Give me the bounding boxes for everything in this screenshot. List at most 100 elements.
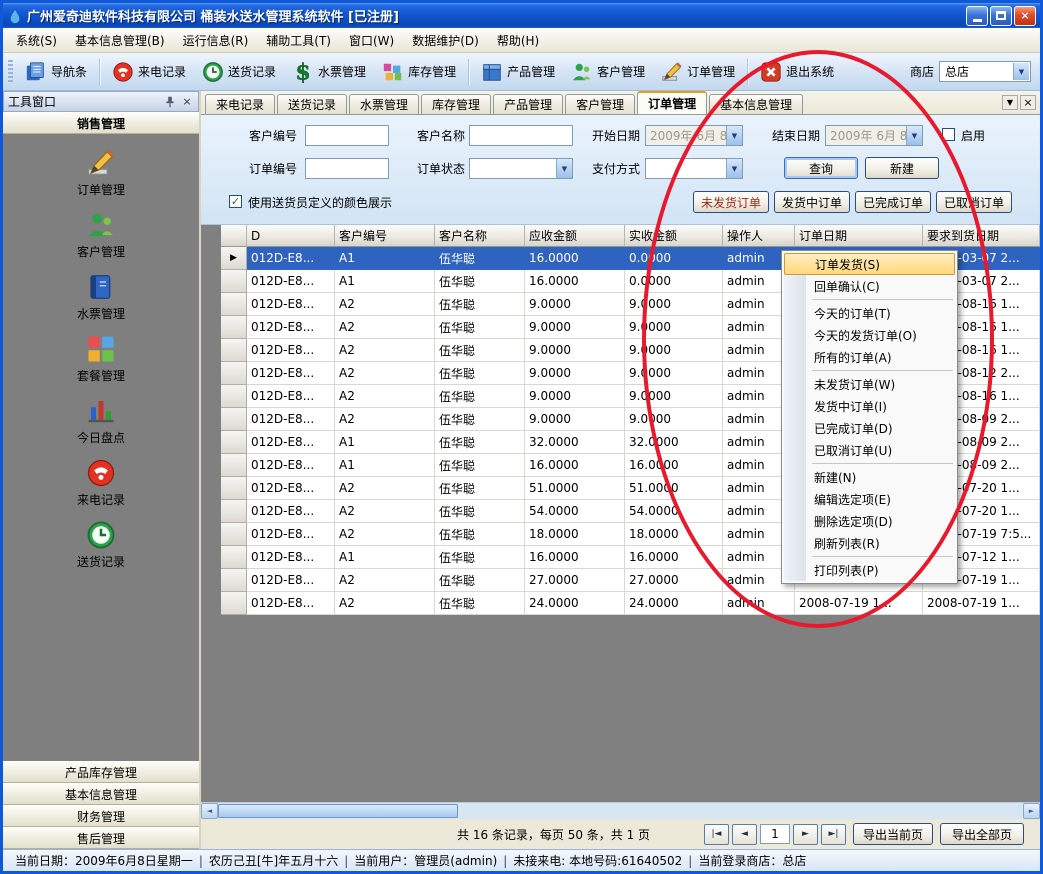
sidebar-item-water-ticket[interactable]: 水票管理 bbox=[3, 266, 199, 328]
row-selector[interactable] bbox=[221, 523, 247, 546]
customer-name-input[interactable] bbox=[469, 125, 573, 146]
export-current-page-button[interactable]: 导出当前页 bbox=[853, 823, 933, 845]
store-combobox[interactable]: 总店 ▼ bbox=[939, 61, 1031, 82]
pay-method-combobox[interactable]: ▼ bbox=[645, 158, 743, 179]
sidebar-section-after-sale[interactable]: 售后管理 bbox=[3, 827, 199, 849]
row-selector[interactable] bbox=[221, 431, 247, 454]
horizontal-scrollbar[interactable]: ◄ ► bbox=[201, 802, 1040, 819]
context-menu-item[interactable]: 新建(N) bbox=[784, 466, 955, 488]
toolbar-button-customer[interactable]: 客户管理 bbox=[563, 56, 653, 88]
tab-1[interactable]: 来电记录 bbox=[205, 94, 275, 114]
grid-column-header-0[interactable] bbox=[221, 225, 247, 247]
context-menu-item[interactable]: 编辑选定项(E) bbox=[784, 488, 955, 510]
scroll-right-icon[interactable]: ► bbox=[1023, 803, 1040, 819]
row-selector[interactable] bbox=[221, 293, 247, 316]
menu-item-help[interactable]: 帮助(H) bbox=[488, 28, 548, 53]
toolbar-button-exit[interactable]: 退出系统 bbox=[752, 56, 842, 88]
toolbar-button-product[interactable]: 产品管理 bbox=[473, 56, 563, 88]
toolbar-button-incoming-call[interactable]: 来电记录 bbox=[104, 56, 194, 88]
row-selector[interactable] bbox=[221, 477, 247, 500]
color-display-checkbox[interactable]: ✓ bbox=[229, 195, 242, 208]
menu-item-data-maintain[interactable]: 数据维护(D) bbox=[403, 28, 488, 53]
customer-no-input[interactable] bbox=[305, 125, 389, 146]
maximize-button[interactable] bbox=[990, 6, 1012, 26]
prev-page-button[interactable]: ◄ bbox=[732, 824, 757, 845]
context-menu-item[interactable]: 订单发货(S) bbox=[784, 253, 955, 275]
row-selector[interactable] bbox=[221, 500, 247, 523]
row-selector[interactable] bbox=[221, 454, 247, 477]
status-filter-button-3[interactable]: 已完成订单 bbox=[855, 191, 931, 213]
toolbar-button-navigator[interactable]: 导航条 bbox=[17, 56, 95, 88]
sidebar-item-stocktake[interactable]: 今日盘点 bbox=[3, 390, 199, 452]
chevron-down-icon[interactable]: ▼ bbox=[726, 126, 742, 145]
start-date-picker[interactable]: 2009年 6月 8日 ▼ bbox=[645, 125, 743, 146]
tab-5[interactable]: 产品管理 bbox=[493, 94, 563, 114]
page-number-input[interactable] bbox=[760, 824, 790, 844]
chevron-down-icon[interactable]: ▼ bbox=[1013, 63, 1029, 80]
sidebar-section-base-info[interactable]: 基本信息管理 bbox=[3, 783, 199, 805]
sidebar-item-customer[interactable]: 客户管理 bbox=[3, 204, 199, 266]
toolbar-button-order[interactable]: 订单管理 bbox=[653, 56, 743, 88]
row-selector[interactable] bbox=[221, 362, 247, 385]
scrollbar-thumb[interactable] bbox=[218, 804, 458, 818]
menu-item-base-info[interactable]: 基本信息管理(B) bbox=[66, 28, 174, 53]
status-filter-button-4[interactable]: 已取消订单 bbox=[936, 191, 1012, 213]
context-menu-item[interactable]: 删除选定项(D) bbox=[784, 510, 955, 532]
scroll-left-icon[interactable]: ◄ bbox=[201, 803, 218, 819]
status-filter-button-2[interactable]: 发货中订单 bbox=[774, 191, 850, 213]
next-page-button[interactable]: ► bbox=[793, 824, 818, 845]
close-button[interactable]: × bbox=[1014, 6, 1036, 26]
chevron-down-icon[interactable]: ▼ bbox=[726, 159, 742, 178]
minimize-button[interactable] bbox=[966, 6, 988, 26]
context-menu-item[interactable]: 已取消订单(U) bbox=[784, 439, 955, 461]
row-selector[interactable] bbox=[221, 270, 247, 293]
row-selector[interactable] bbox=[221, 408, 247, 431]
tab-6[interactable]: 客户管理 bbox=[565, 94, 635, 114]
toolbar-button-water-ticket[interactable]: $水票管理 bbox=[284, 56, 374, 88]
row-selector[interactable] bbox=[221, 546, 247, 569]
order-no-input[interactable] bbox=[305, 158, 389, 179]
enable-date-checkbox[interactable] bbox=[942, 128, 955, 141]
context-menu-item[interactable]: 未发货订单(W) bbox=[784, 373, 955, 395]
context-menu-item[interactable]: 刷新列表(R) bbox=[784, 532, 955, 554]
context-menu-item[interactable]: 回单确认(C) bbox=[784, 275, 955, 297]
toolbar-button-inventory[interactable]: 库存管理 bbox=[374, 56, 464, 88]
toolbar-grip[interactable] bbox=[8, 60, 13, 84]
grid-column-header-5[interactable]: 实收金额 bbox=[625, 225, 723, 247]
grid-column-header-8[interactable]: 要求到货日期 bbox=[923, 225, 1040, 247]
status-filter-button-1[interactable]: 未发货订单 bbox=[693, 191, 769, 213]
row-selector[interactable] bbox=[221, 385, 247, 408]
sidebar-item-order[interactable]: 订单管理 bbox=[3, 142, 199, 204]
pin-icon[interactable] bbox=[163, 95, 177, 109]
grid-column-header-7[interactable]: 订单日期 bbox=[795, 225, 923, 247]
sidebar-section-product-inventory[interactable]: 产品库存管理 bbox=[3, 761, 199, 783]
scrollbar-track[interactable] bbox=[458, 803, 1023, 819]
row-selector[interactable] bbox=[221, 316, 247, 339]
row-selector[interactable] bbox=[221, 592, 247, 615]
tab-4[interactable]: 库存管理 bbox=[421, 94, 491, 114]
row-selector[interactable]: ▶ bbox=[221, 247, 247, 270]
tab-dropdown-button[interactable]: ▼ bbox=[1002, 95, 1018, 110]
menu-item-run-info[interactable]: 运行信息(R) bbox=[174, 28, 258, 53]
sidebar-item-incoming-call[interactable]: 来电记录 bbox=[3, 452, 199, 514]
grid-column-header-2[interactable]: 客户编号 bbox=[335, 225, 435, 247]
grid-column-header-1[interactable]: D bbox=[247, 225, 335, 247]
chevron-down-icon[interactable]: ▼ bbox=[556, 159, 572, 178]
context-menu-item[interactable]: 打印列表(P) bbox=[784, 559, 955, 581]
context-menu-item[interactable]: 所有的订单(A) bbox=[784, 346, 955, 368]
tab-3[interactable]: 水票管理 bbox=[349, 94, 419, 114]
context-menu-item[interactable]: 今天的发货订单(O) bbox=[784, 324, 955, 346]
grid-column-header-4[interactable]: 应收金额 bbox=[525, 225, 625, 247]
row-selector[interactable] bbox=[221, 339, 247, 362]
toolbar-button-delivery-record[interactable]: 送货记录 bbox=[194, 56, 284, 88]
menu-item-window[interactable]: 窗口(W) bbox=[340, 28, 403, 53]
sidebar-section-sales[interactable]: 销售管理 bbox=[3, 112, 199, 134]
menu-item-system[interactable]: 系统(S) bbox=[7, 28, 66, 53]
chevron-down-icon[interactable]: ▼ bbox=[906, 126, 922, 145]
export-all-pages-button[interactable]: 导出全部页 bbox=[940, 823, 1024, 845]
row-selector[interactable] bbox=[221, 569, 247, 592]
sidebar-section-finance[interactable]: 财务管理 bbox=[3, 805, 199, 827]
context-menu-item[interactable]: 今天的订单(T) bbox=[784, 302, 955, 324]
sidebar-item-package[interactable]: 套餐管理 bbox=[3, 328, 199, 390]
tab-2[interactable]: 送货记录 bbox=[277, 94, 347, 114]
